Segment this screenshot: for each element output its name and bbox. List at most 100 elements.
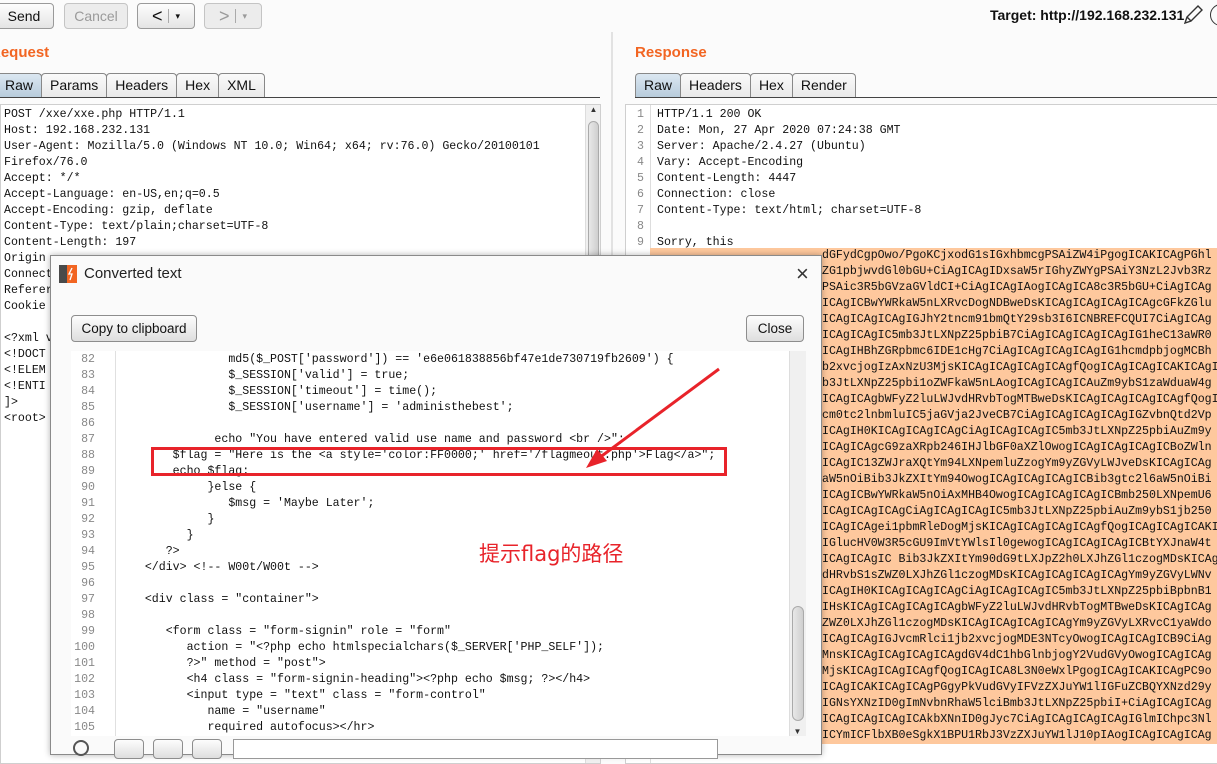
copy-to-clipboard-button[interactable]: Copy to clipboard xyxy=(71,315,197,342)
search-prev-button[interactable] xyxy=(114,739,144,759)
line-number: 98 xyxy=(81,609,95,622)
tab-hex[interactable]: Hex xyxy=(176,73,220,97)
dropdown-icon: ▾ xyxy=(175,10,181,21)
code-line: 86 xyxy=(71,416,791,432)
code-text: } xyxy=(117,513,215,526)
request-line: Firefox/76.0 xyxy=(4,156,88,169)
help-icon[interactable] xyxy=(1210,4,1217,26)
base64-row: ICAgICAgcG9zaXRpb246IHJlbGF0aXZlOwogICAg… xyxy=(822,441,1212,454)
line-number: 92 xyxy=(81,513,95,526)
response-text: HTTP/1.1 200 OK Date: Mon, 27 Apr 2020 07… xyxy=(657,107,921,251)
code-line: 103 <input type = "text" class = "form-c… xyxy=(71,688,791,704)
converted-code-view[interactable]: 82 md5($_POST['password']) == 'e6e061838… xyxy=(71,351,806,736)
code-line: 91 $msg = 'Maybe Later'; xyxy=(71,496,791,512)
response-line xyxy=(657,219,921,235)
code-text: $_SESSION['timeout'] = time(); xyxy=(117,385,438,398)
code-text: md5($_POST['password']) == 'e6e061838856… xyxy=(117,353,674,366)
code-text: ?>" method = "post"> xyxy=(117,657,326,670)
code-line: 82 md5($_POST['password']) == 'e6e061838… xyxy=(71,352,791,368)
code-line: 94 ?> xyxy=(71,544,791,560)
base64-row: aW5nOiBib3JkZXItYm94OwogICAgICAgICAgICBi… xyxy=(822,473,1212,486)
base64-row: IGlucHV0W3R5cGU9ImVtYWlsIl0gewogICAgICAg… xyxy=(822,537,1212,550)
base64-row: ICAgICAgIC Bib3JkZXItYm90dG9tLXJpZ2h0LXJ… xyxy=(822,553,1217,566)
base64-row: ICAgIH0KICAgICAgICAgCiAgICAgICAgIC5mb3Jt… xyxy=(822,425,1212,438)
base64-row: dHRvbS1sZWZ0LXJhZGl1czogMDsKICAgICAgICAg… xyxy=(822,569,1212,582)
converted-text-dialog: Converted text × Copy to clipboard Close… xyxy=(50,255,822,759)
line-number: 101 xyxy=(74,657,95,670)
code-line: 85 $_SESSION['username'] = 'administhebe… xyxy=(71,400,791,416)
code-line: 97 <div class = "container"> xyxy=(71,592,791,608)
line-number: 86 xyxy=(81,417,95,430)
cancel-button[interactable]: Cancel xyxy=(64,3,128,29)
tab-hex[interactable]: Hex xyxy=(749,73,793,97)
code-line: 83 $_SESSION['valid'] = true; xyxy=(71,368,791,384)
tab-params[interactable]: Params xyxy=(41,73,108,97)
search-next-button[interactable] xyxy=(153,739,183,759)
line-number: 9 xyxy=(637,236,644,249)
close-button[interactable]: Close xyxy=(746,315,804,342)
code-line: 96 xyxy=(71,576,791,592)
tab-headers[interactable]: Headers xyxy=(680,73,751,97)
line-number: 87 xyxy=(81,433,95,446)
forward-button[interactable]: > ▾ xyxy=(204,3,262,29)
search-help-icon[interactable] xyxy=(73,740,89,756)
line-number: 8 xyxy=(637,220,644,233)
tab-xml[interactable]: XML xyxy=(218,73,265,97)
tab-raw[interactable]: Raw xyxy=(0,73,43,97)
code-text: name = "username" xyxy=(117,705,326,718)
scroll-down-icon[interactable]: ▼ xyxy=(790,727,805,736)
scroll-thumb[interactable] xyxy=(792,606,804,721)
base64-row: IGNsYXNzID0gImNvbnRhaW5lciBmb3JtLXNpZ25p… xyxy=(822,697,1212,710)
target-label: Target: http://192.168.232.131 xyxy=(990,7,1185,23)
line-number: 90 xyxy=(81,481,95,494)
response-line: Server: Apache/2.4.27 (Ubuntu) xyxy=(657,140,866,153)
base64-row: ICYmICFlbXB0eSgkX1BPU1RbJ3VzZXJuYW1lJ10p… xyxy=(822,729,1212,742)
response-title: Response xyxy=(635,44,707,61)
code-text: <form class = "form-signin" role = "form… xyxy=(117,625,451,638)
base64-row: ICAgIH0KICAgICAgICAgCiAgICAgICAgIC5mb3Jt… xyxy=(822,585,1212,598)
code-line: 92 } xyxy=(71,512,791,528)
base64-row: ICAgICBwYWRkaW5nLXRvcDogNDBweDsKICAgICAg… xyxy=(822,297,1212,310)
line-number: 7 xyxy=(637,204,644,217)
edit-target-icon[interactable] xyxy=(1182,4,1204,26)
tab-render[interactable]: Render xyxy=(791,73,856,97)
line-number: 102 xyxy=(74,673,95,686)
base64-body: dGFydCgpOwo/PgoKCjxodG1sIGxhbmcgPSAiZW4i… xyxy=(822,248,1217,744)
response-line: HTTP/1.1 200 OK xyxy=(657,108,762,121)
dialog-scrollbar[interactable]: ▼ xyxy=(789,351,806,736)
line-number: 93 xyxy=(81,529,95,542)
line-number: 3 xyxy=(637,140,644,153)
code-text: </div> <!-- W00t/W00t --> xyxy=(117,561,319,574)
send-button[interactable]: Send xyxy=(0,3,54,29)
tab-raw[interactable]: Raw xyxy=(635,73,682,97)
line-number: 6 xyxy=(637,188,644,201)
line-number: 84 xyxy=(81,385,95,398)
code-line: 90 }else { xyxy=(71,480,791,496)
request-line: Content-Type: text/plain;charset=UTF-8 xyxy=(4,220,269,233)
close-icon[interactable]: × xyxy=(796,261,809,287)
dialog-title: Converted text xyxy=(84,265,182,282)
back-button[interactable]: < ▾ xyxy=(137,3,195,29)
line-number: 91 xyxy=(81,497,95,510)
request-title: Request xyxy=(0,44,50,61)
code-line: 101 ?>" method = "post"> xyxy=(71,656,791,672)
code-text: <input type = "text" class = "form-contr… xyxy=(117,689,486,702)
line-number: 104 xyxy=(74,705,95,718)
code-line: 98 xyxy=(71,608,791,624)
base64-row: ICAgICBwYWRkaW5nOiAxMHB4OwogICAgICAgICAg… xyxy=(822,489,1212,502)
tab-headers[interactable]: Headers xyxy=(106,73,178,97)
base64-row: ICAgICAgICAgCiAgICAgICAgIC5mb3JtLXNpZ25p… xyxy=(822,505,1212,518)
response-tabs: Raw Headers Hex Render xyxy=(635,73,1217,98)
scroll-up-icon[interactable]: ▲ xyxy=(586,105,600,114)
search-options-button[interactable] xyxy=(192,739,222,759)
base64-row: ICAgICAgIGJvcmRlci1jb2xvcjogMDE3NTcyOwog… xyxy=(822,633,1212,646)
base64-row: b2xvcjogIzAxNzU3MjsKICAgICAgICAgICAgfQog… xyxy=(822,361,1217,374)
search-input[interactable] xyxy=(233,739,718,759)
base64-row: ICAgICAgICAgICAkbXNnID0gJyc7CiAgICAgICAg… xyxy=(822,713,1212,726)
code-text: echo "You have entered valid use name an… xyxy=(117,433,625,446)
code-text: <h4 class = "form-signin-heading"><?php … xyxy=(117,673,591,686)
code-line: 93 } xyxy=(71,528,791,544)
base64-row: ZWZ0LXJhZGl1czogMDsKICAgICAgICAgICAgYm9y… xyxy=(822,617,1212,630)
line-number: 89 xyxy=(81,465,95,478)
base64-row: MjsKICAgICAgICAgfQogICAgICA8L3N0eWxlPgog… xyxy=(822,665,1212,678)
